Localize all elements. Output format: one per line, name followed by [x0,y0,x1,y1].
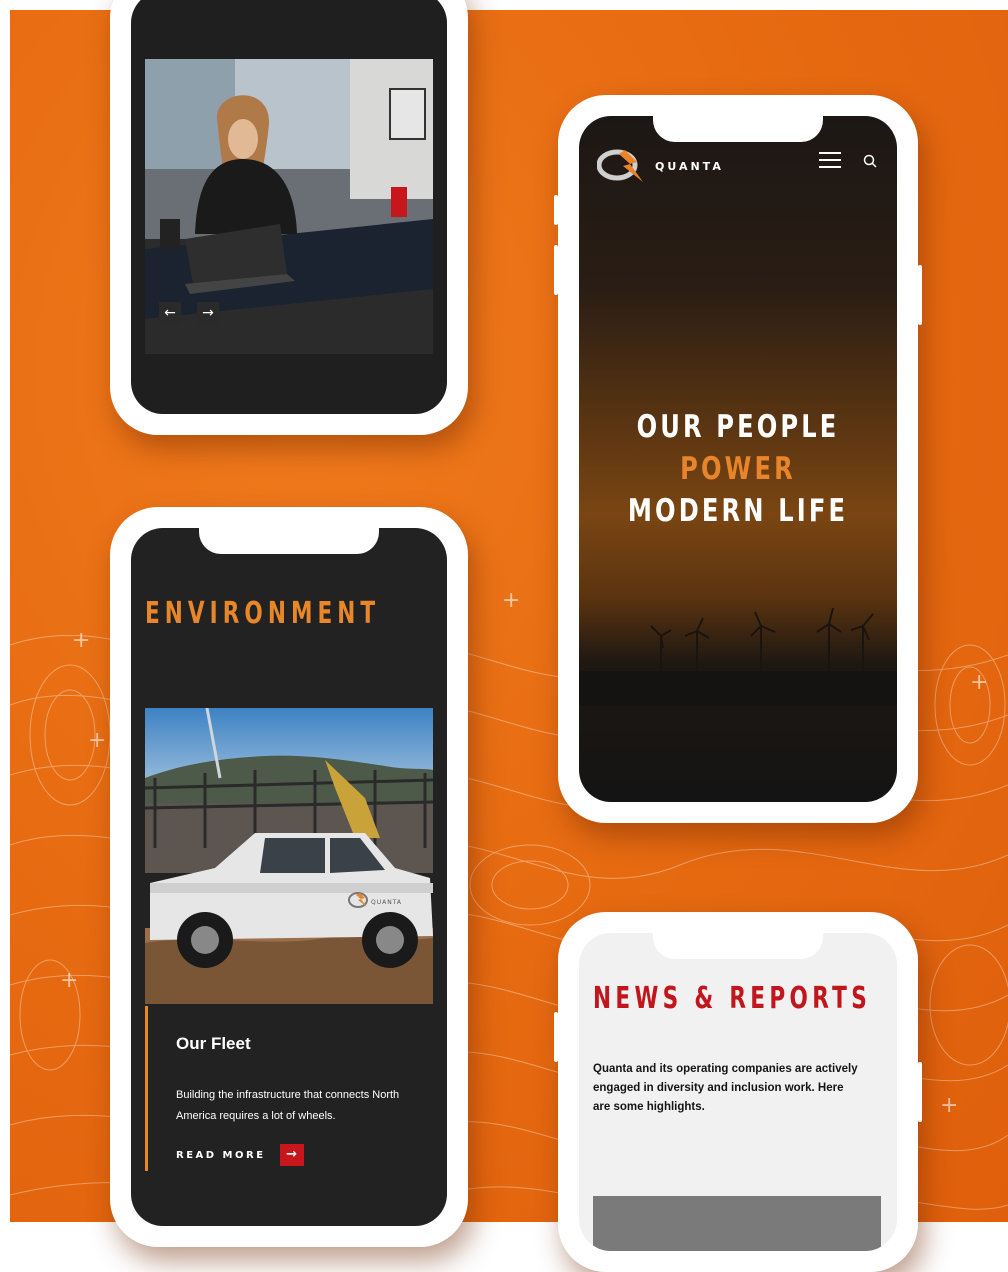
section-title-news: NEWS & REPORTS [593,981,872,1016]
hero-line2: MODERN LIFE [627,493,849,529]
phone-screen: NEWS & REPORTS Quanta and its operating … [579,933,897,1251]
wind-turbines-silhouette [579,607,897,706]
phone-notch [653,933,823,959]
hero-accent-word: POWER [680,451,796,487]
read-more-link[interactable]: READ MORE → [176,1144,304,1166]
phone-side-button [918,265,922,325]
truck-logo-text: QUANTA [371,899,402,906]
plus-decoration-icon: + [940,1093,959,1118]
plus-decoration-icon: + [72,628,91,653]
carousel-next-button[interactable]: → [197,302,219,324]
plus-decoration-icon: + [502,588,521,613]
fleet-accent-bar [145,1006,148,1171]
hero-line1: OUR PEOPLE [636,409,840,445]
phone-screen: QUANTA OUR PEOPLE POWER MODERN LIFE [579,116,897,802]
arrow-right-icon[interactable]: → [279,1144,304,1166]
phone-screen: ← → [131,0,447,414]
fleet-description: Building the infrastructure that connect… [176,1089,400,1122]
carousel-prev-button[interactable]: ← [159,302,181,324]
news-description: Quanta and its operating companies are a… [593,1063,858,1113]
phone-notch [653,116,823,142]
office-photo: ← → [145,59,433,354]
phone-side-button [554,245,558,295]
fleet-title: Our Fleet [176,1034,251,1053]
quanta-logo[interactable]: QUANTA [597,148,724,184]
phone-screen: ENVIRONMENT QUANTA Our Fleet Building th… [131,528,447,1226]
phone-mockup-office: ← → [110,0,468,435]
phone-side-button [918,1062,922,1122]
phone-mockup-environment: ENVIRONMENT QUANTA Our Fleet Building th… [110,507,468,1247]
quanta-logo-icon [597,149,643,182]
phone-side-button [554,195,558,225]
phone-mockup-hero: QUANTA OUR PEOPLE POWER MODERN LIFE [554,95,922,823]
read-more-label: READ MORE [176,1149,266,1161]
hero-headline: OUR PEOPLE POWER MODERN LIFE [614,406,862,532]
search-icon[interactable] [863,154,877,168]
plus-decoration-icon: + [970,670,989,695]
section-title-environment: ENVIRONMENT [145,596,381,631]
news-image-placeholder [593,1196,881,1251]
phone-mockup-news: NEWS & REPORTS Quanta and its operating … [554,912,922,1272]
phone-side-button [554,1012,558,1062]
hamburger-menu-icon[interactable] [819,152,841,168]
plus-decoration-icon: + [88,728,107,753]
plus-decoration-icon: + [60,968,79,993]
fleet-truck-photo: QUANTA [145,708,433,1004]
phone-notch [199,528,379,554]
logo-text: QUANTA [655,159,724,173]
